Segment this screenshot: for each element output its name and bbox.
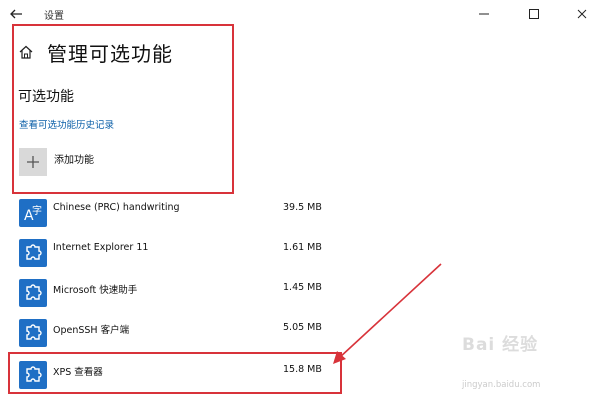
watermark-url: jingyan.baidu.com	[462, 380, 541, 390]
watermark-logo: Bai 经验	[462, 335, 539, 355]
watermark: Bai 经验 jingyan.baidu.com	[462, 330, 592, 394]
